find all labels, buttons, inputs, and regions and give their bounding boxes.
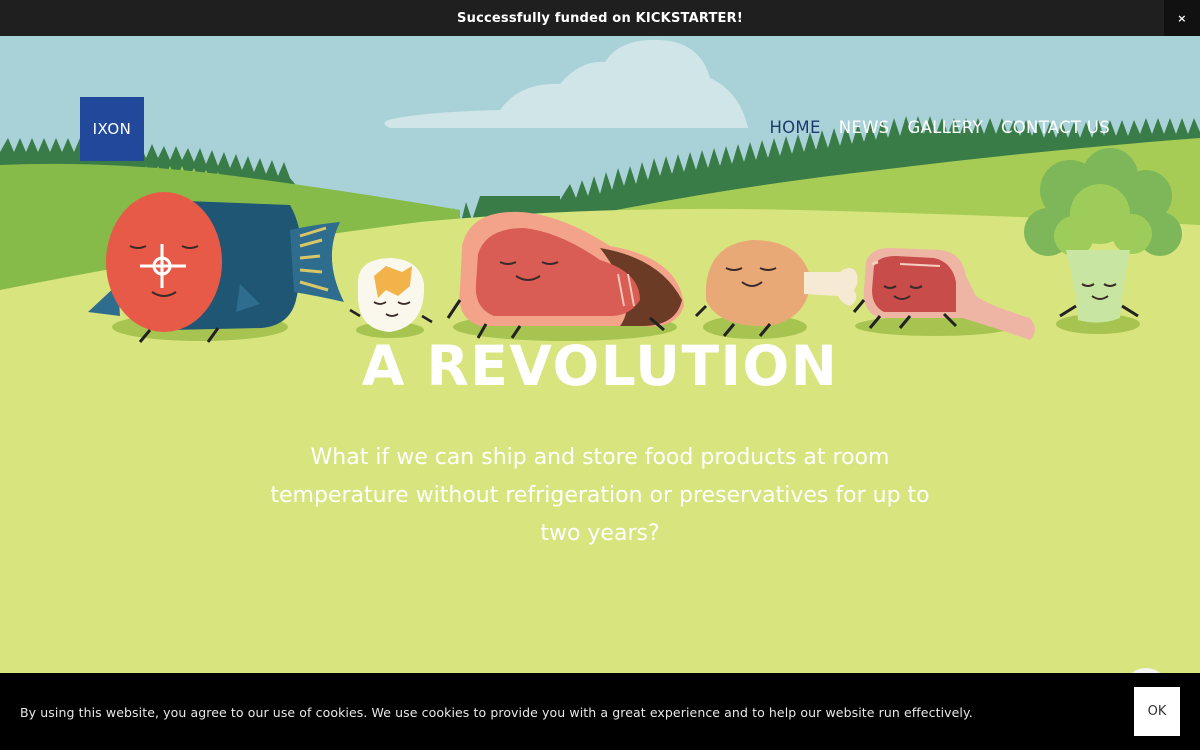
cookie-banner-text: By using this website, you agree to our … <box>20 705 973 720</box>
ixon-logo[interactable]: IXON <box>80 97 144 161</box>
nav-contact-us[interactable]: CONTACT US <box>1001 118 1110 137</box>
nav-news[interactable]: NEWS <box>839 118 890 137</box>
hero-headline: A REVOLUTION <box>361 334 839 398</box>
main-nav: HOME NEWS GALLERY CONTACT US <box>769 118 1110 137</box>
nav-gallery[interactable]: GALLERY <box>907 118 982 137</box>
hero-body-text: What if we can ship and store food produ… <box>270 445 930 546</box>
nav-home[interactable]: HOME <box>769 118 820 137</box>
close-icon[interactable]: × <box>1164 0 1200 36</box>
announcement-bar: Successfully funded on KICKSTARTER! × <box>0 0 1200 36</box>
cookie-accept-button[interactable]: OK <box>1134 687 1180 736</box>
cookie-banner: By using this website, you agree to our … <box>0 673 1200 750</box>
announcement-text: Successfully funded on KICKSTARTER! <box>457 10 743 26</box>
